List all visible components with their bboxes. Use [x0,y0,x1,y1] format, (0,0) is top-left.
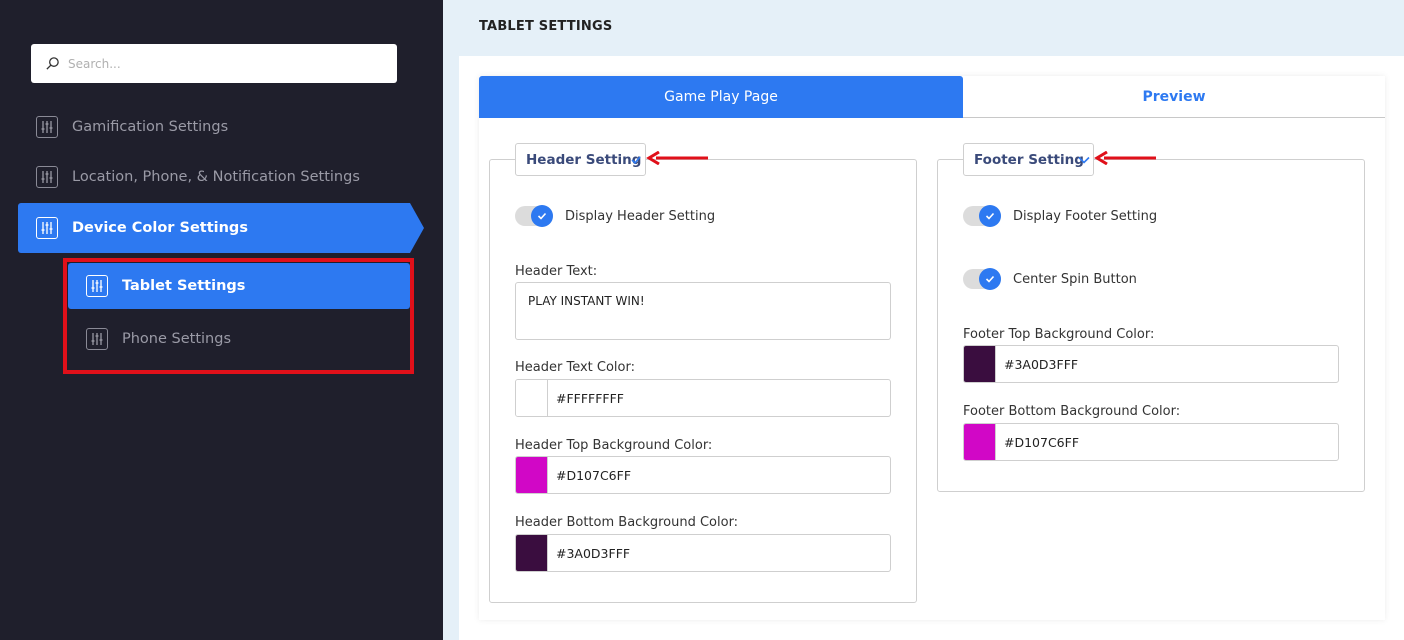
header-text-color-input[interactable]: #FFFFFFFF [515,379,891,417]
header-bottom-bg-label: Header Bottom Background Color: [515,515,739,530]
display-footer-toggle[interactable] [963,205,1001,227]
tab-preview[interactable]: Preview [963,76,1385,118]
sliders-icon [36,116,58,138]
header-text-label: Header Text: [515,264,598,279]
legend-label: Header Setting [526,151,642,168]
sliders-icon [36,217,58,239]
color-swatch[interactable] [964,424,996,460]
sidebar: Gamification Settings Location, Phone, &… [0,0,443,640]
footer-bottom-bg-color-input[interactable]: #D107C6FF [963,423,1339,461]
highlight-box [63,258,414,374]
footer-top-bg-label: Footer Top Background Color: [963,327,1155,342]
check-icon [631,156,641,165]
center-spin-toggle[interactable] [963,268,1001,290]
search-box[interactable] [31,44,397,83]
display-header-toggle[interactable] [515,205,553,227]
sidebar-item-label: Location, Phone, & Notification Settings [72,169,360,185]
check-icon [537,212,547,220]
check-icon [985,212,995,220]
search-input[interactable] [68,56,368,71]
search-icon [46,57,59,70]
header-bottom-bg-color-input[interactable]: #3A0D3FFF [515,534,891,572]
page-title: TABLET SETTINGS [479,19,613,34]
color-swatch[interactable] [516,380,548,416]
center-spin-button-row: Center Spin Button [963,268,1137,290]
toggle-label: Display Header Setting [565,208,716,224]
color-value: #D107C6FF [1004,434,1080,450]
header-top-bg-color-input[interactable]: #D107C6FF [515,456,891,494]
color-value: #3A0D3FFF [1004,356,1079,372]
header-top-bg-label: Header Top Background Color: [515,438,713,453]
color-value: #FFFFFFFF [556,390,624,406]
color-swatch[interactable] [516,457,548,493]
tab-game-play-page[interactable]: Game Play Page [479,76,963,118]
header-setting-toggle[interactable]: Header Setting [515,143,646,176]
toggle-label: Center Spin Button [1013,271,1137,287]
sidebar-item-gamification[interactable]: Gamification Settings [36,116,228,138]
chevron-down-icon [1078,156,1090,164]
display-footer-setting-row: Display Footer Setting [963,205,1158,227]
color-swatch[interactable] [516,535,548,571]
toggle-label: Display Footer Setting [1013,208,1158,224]
sidebar-item-label: Gamification Settings [72,119,229,135]
display-header-setting-row: Display Header Setting [515,205,716,227]
legend-label: Footer Setting [974,151,1084,168]
color-swatch[interactable] [964,346,996,382]
header-text-color-label: Header Text Color: [515,360,635,375]
sliders-icon [36,166,58,188]
arrow-left-icon [1094,151,1156,165]
active-item-pointer [410,203,424,253]
color-value: #3A0D3FFF [556,545,631,561]
sidebar-item-location-phone-notification[interactable]: Location, Phone, & Notification Settings [36,166,360,188]
color-value: #D107C6FF [556,467,632,483]
sidebar-item-label: Device Color Settings [72,220,248,236]
footer-bottom-bg-label: Footer Bottom Background Color: [963,404,1181,419]
sidebar-item-device-color[interactable]: Device Color Settings [18,203,410,253]
footer-setting-toggle[interactable]: Footer Setting [963,143,1094,176]
check-icon [985,275,995,283]
header-text-input[interactable]: PLAY INSTANT WIN! [515,282,891,340]
footer-top-bg-color-input[interactable]: #3A0D3FFF [963,345,1339,383]
arrow-left-icon [646,151,708,165]
